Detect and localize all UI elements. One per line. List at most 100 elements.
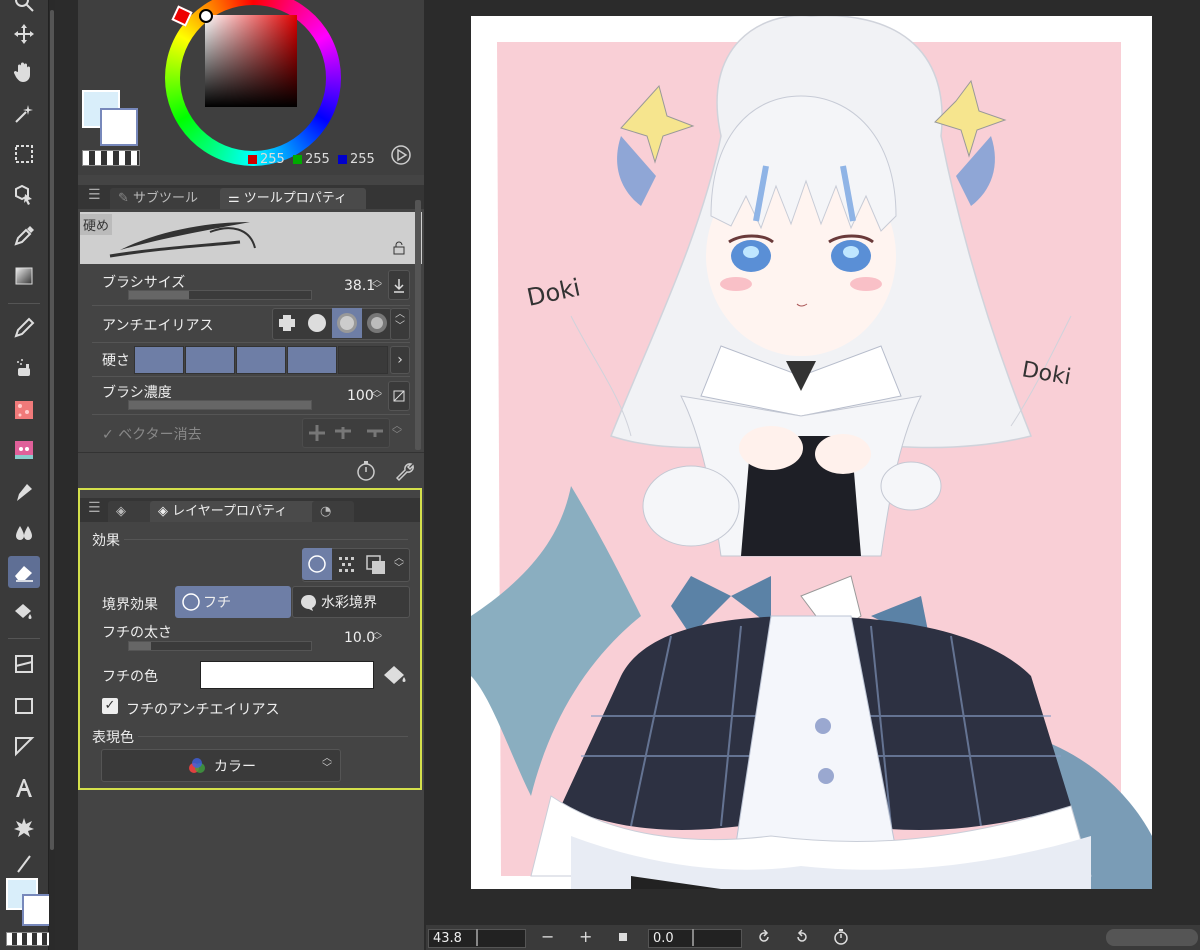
decoration-tool-icon[interactable] xyxy=(8,394,40,426)
antialiasing-spinner[interactable]: ︿ ﹀ xyxy=(390,308,410,340)
tone-effect-icon[interactable] xyxy=(338,556,356,578)
hardness-next-button[interactable]: › xyxy=(390,346,410,374)
hardness-label: 硬さ xyxy=(102,353,130,369)
expression-color-select[interactable]: カラー xyxy=(101,749,341,782)
color-point-handle[interactable] xyxy=(199,9,213,23)
menu-icon[interactable]: ☰ xyxy=(88,500,101,516)
tab-subtool[interactable]: ✎ サブツール xyxy=(110,188,226,209)
move-tool-icon[interactable] xyxy=(8,18,40,50)
hardness-level-2[interactable] xyxy=(185,346,235,374)
figure-tool-icon[interactable] xyxy=(8,690,40,722)
vector-erase-mode-selector[interactable] xyxy=(302,418,390,448)
edge-color-label: フチの色 xyxy=(102,669,158,685)
density-slider[interactable] xyxy=(128,400,312,410)
selection-tool-icon[interactable] xyxy=(8,138,40,170)
antialias-medium-icon[interactable] xyxy=(332,308,362,338)
correct-line-tool-icon[interactable] xyxy=(8,848,40,880)
rotate-left-icon[interactable] xyxy=(756,929,772,949)
paint-bucket-icon[interactable] xyxy=(382,663,408,691)
border-effect-label: 境界効果 xyxy=(102,597,158,613)
blend-tool-icon[interactable] xyxy=(8,516,40,548)
zoom-out-icon[interactable]: − xyxy=(541,927,554,946)
ruler-tool-icon[interactable] xyxy=(8,730,40,762)
zoom-tool-icon[interactable] xyxy=(8,0,40,18)
tab-layer[interactable]: ◈ xyxy=(108,501,154,522)
object-tool-icon[interactable] xyxy=(8,178,40,210)
antialias-strong-icon[interactable] xyxy=(366,312,388,338)
expression-color-title: 表現色 xyxy=(92,730,134,746)
sub-color-swatch-panel[interactable] xyxy=(100,108,138,146)
brush-size-spinner[interactable]: ︿ ﹀ xyxy=(372,276,382,295)
auto-select-tool-icon[interactable] xyxy=(8,98,40,130)
color-circles-icon xyxy=(189,757,205,773)
vector-erase-spinner[interactable]: ︿ ﹀ xyxy=(392,422,402,441)
lock-icon[interactable] xyxy=(392,240,406,259)
effect-spinner[interactable]: ︿ ﹀ xyxy=(394,554,404,574)
fill-tool-icon[interactable] xyxy=(8,596,40,628)
brush-size-download-button[interactable] xyxy=(388,270,410,300)
balloon-tool-icon[interactable] xyxy=(8,812,40,844)
tab-navigator[interactable]: ◔ xyxy=(312,501,354,522)
antialiasing-label: アンチエイリアス xyxy=(102,318,214,334)
brush-icon: ✎ xyxy=(118,191,129,206)
text-tool-icon[interactable] xyxy=(8,772,40,804)
tool-property-scrollbar[interactable] xyxy=(415,200,421,450)
density-pressure-button[interactable] xyxy=(388,381,410,411)
rgb-readout: 255 255 255 xyxy=(248,152,375,167)
frame-border-tool-icon[interactable] xyxy=(8,648,40,680)
watercolor-edge-button[interactable]: 水彩境界 xyxy=(292,586,410,618)
hand-tool-icon[interactable] xyxy=(8,56,40,88)
layers-icon: ◈ xyxy=(116,504,126,519)
transparent-swatch-panel[interactable] xyxy=(82,150,140,166)
gradient-tool-icon[interactable] xyxy=(8,260,40,292)
rotate-right-icon[interactable] xyxy=(794,929,810,949)
tab-layer-property[interactable]: ◈ レイヤープロパティ xyxy=(150,501,328,522)
decoration-sticker-icon[interactable] xyxy=(8,434,40,466)
pen-tool-icon[interactable] xyxy=(8,476,40,508)
layer-property-icon: ◈ xyxy=(158,504,168,519)
rotation-field[interactable]: 0.0 xyxy=(648,929,742,948)
density-spinner[interactable]: ︿ ﹀ xyxy=(372,386,382,405)
density-value[interactable]: 100 xyxy=(347,388,374,404)
toolbar-scrollbar[interactable] xyxy=(49,0,55,950)
stopwatch-icon[interactable] xyxy=(355,460,377,486)
brush-size-value[interactable]: 38.1 xyxy=(344,278,375,294)
horizontal-scrollbar[interactable] xyxy=(1106,929,1198,946)
border-effect-icon[interactable] xyxy=(302,548,332,580)
vector-erase-checkbox[interactable]: ✓ ベクター消去 xyxy=(102,424,202,444)
hardness-level-3[interactable] xyxy=(236,346,286,374)
expression-color-spinner[interactable]: ︿ ﹀ xyxy=(322,754,332,774)
edge-width-slider[interactable] xyxy=(128,641,312,651)
edge-width-value[interactable]: 10.0 xyxy=(344,630,375,646)
edge-color-swatch[interactable] xyxy=(200,661,374,689)
edge-antialias-checkbox[interactable]: ✓ xyxy=(102,698,118,714)
drawing-canvas[interactable]: Doki Doki xyxy=(471,16,1152,889)
edge-width-spinner[interactable]: ︿ ﹀ xyxy=(372,628,382,647)
pencil-tool-icon[interactable] xyxy=(8,312,40,344)
wrench-icon[interactable] xyxy=(393,460,415,486)
fit-window-icon[interactable] xyxy=(619,933,627,941)
antialias-weak-icon[interactable] xyxy=(306,312,328,338)
menu-icon[interactable]: ☰ xyxy=(88,187,101,203)
hardness-level-5[interactable] xyxy=(338,346,388,374)
eraser-tool-icon[interactable] xyxy=(8,556,40,588)
brush-name: 硬め xyxy=(80,214,113,235)
eyedropper-tool-icon[interactable] xyxy=(8,220,40,252)
tab-tool-property[interactable]: ⚌ ツールプロパティ xyxy=(220,188,366,209)
layer-color-icon[interactable] xyxy=(366,555,386,579)
edge-option-button[interactable]: フチ xyxy=(175,586,291,618)
reset-rotation-icon[interactable] xyxy=(832,928,850,950)
zoom-in-icon[interactable]: + xyxy=(579,927,592,946)
antialias-none-icon[interactable] xyxy=(276,312,298,338)
status-bar: 43.8 − + 0.0 xyxy=(426,925,1200,950)
edge-width-label: フチの太さ xyxy=(102,625,172,641)
hardness-level-1[interactable] xyxy=(134,346,184,374)
tool-property-tabbar: ☰ ✎ サブツール ⚌ ツールプロパティ xyxy=(78,185,424,209)
airbrush-tool-icon[interactable] xyxy=(8,352,40,384)
color-play-icon[interactable] xyxy=(390,144,412,170)
transparent-color-swatch[interactable] xyxy=(6,932,54,946)
brush-size-label: ブラシサイズ xyxy=(102,275,186,291)
brush-size-slider[interactable] xyxy=(128,290,312,300)
hardness-level-4[interactable] xyxy=(287,346,337,374)
saturation-value-square[interactable] xyxy=(205,15,297,107)
